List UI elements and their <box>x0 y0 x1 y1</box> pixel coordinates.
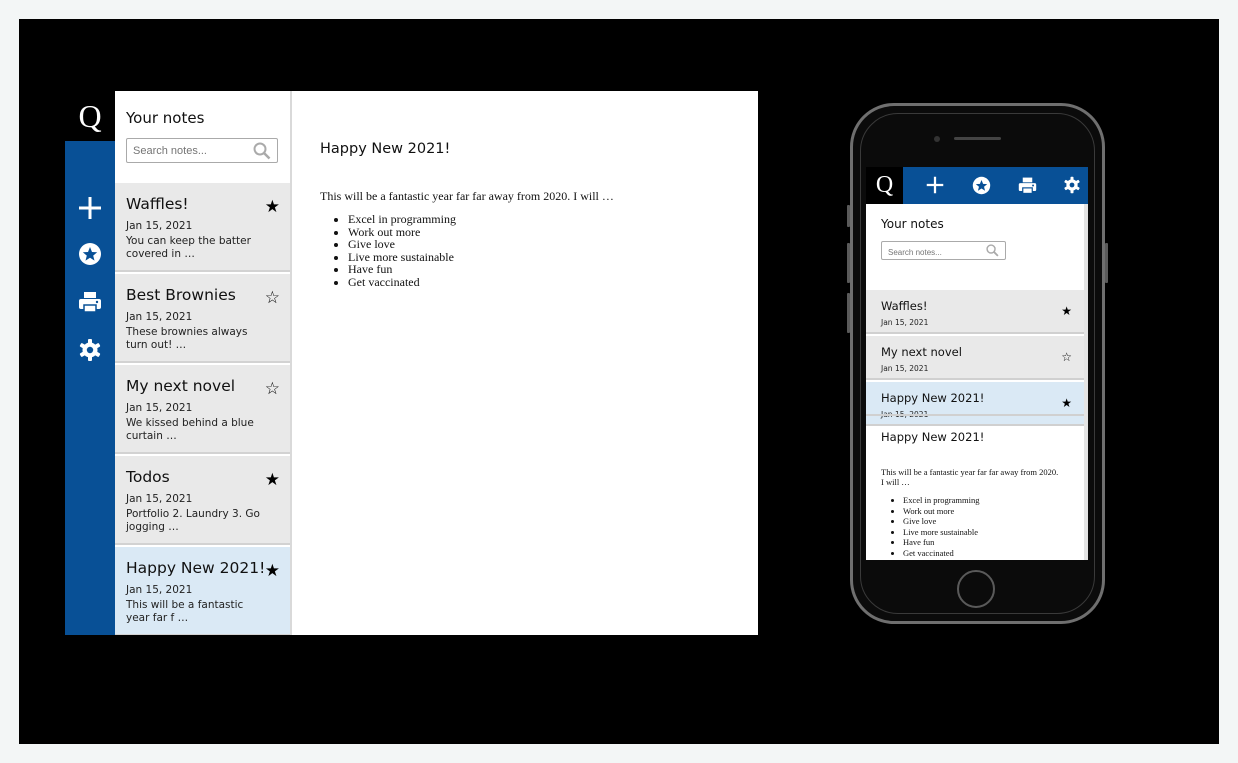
star-filled-icon[interactable]: ★ <box>265 561 280 581</box>
star-circle-icon <box>79 243 101 265</box>
plus-icon <box>926 176 944 194</box>
app-logo: Q <box>866 167 903 204</box>
editor-list: Excel in programming Work out more Give … <box>320 213 700 288</box>
list-item: Work out more <box>348 225 700 239</box>
search-input[interactable] <box>133 140 251 161</box>
list-item: Have fun <box>903 537 1061 548</box>
editor-list: Excel in programming Work out more Give … <box>881 495 1061 558</box>
gear-icon <box>79 339 101 361</box>
phone-camera <box>934 136 940 142</box>
mobile-app: Q Your notes Waffles! Jan 15, 2021 ★ My … <box>866 167 1088 560</box>
list-item: Excel in programming <box>348 213 700 226</box>
notes-list-title: Your notes <box>881 217 944 231</box>
add-note-button[interactable] <box>923 173 947 197</box>
note-item[interactable]: Todos Jan 15, 2021 Portfolio 2. Laundry … <box>115 456 290 545</box>
print-icon <box>1018 177 1036 194</box>
editor-intro: This will be a fantastic year far far aw… <box>881 467 1059 487</box>
desktop-app: Q Your notes Waffles! Jan 15, 2021 You c… <box>65 91 758 635</box>
print-button[interactable] <box>75 287 105 317</box>
note-preview: This will be a fantastic year far f … <box>126 599 244 624</box>
print-icon <box>79 292 101 313</box>
notes-list-header: Your notes <box>115 91 290 183</box>
icon-sidebar: Q <box>65 91 115 635</box>
note-title: Best Brownies <box>126 286 236 304</box>
phone-home-button <box>957 570 995 608</box>
note-item-active[interactable]: Happy New 2021! Jan 15, 2021 This will b… <box>115 547 290 635</box>
note-title: Waffles! <box>881 299 928 313</box>
settings-button[interactable] <box>75 335 105 365</box>
search-box <box>126 138 278 163</box>
note-preview: We kissed behind a blue curtain … <box>126 417 254 442</box>
star-outline-icon[interactable]: ☆ <box>265 379 280 399</box>
list-item: Get vaccinated <box>903 548 1061 559</box>
star-filled-icon[interactable]: ★ <box>1061 396 1072 410</box>
editor-body[interactable]: This will be a fantastic year far far aw… <box>320 189 700 288</box>
note-item[interactable]: Waffles! Jan 15, 2021 ★ <box>866 290 1084 334</box>
list-item: Work out more <box>903 506 1061 517</box>
editor-body[interactable]: This will be a fantastic year far far aw… <box>881 467 1061 558</box>
note-title: Waffles! <box>126 195 189 213</box>
note-item[interactable]: My next novel Jan 15, 2021 We kissed beh… <box>115 365 290 454</box>
note-title: Todos <box>126 468 170 486</box>
star-filled-icon[interactable]: ★ <box>1061 304 1072 318</box>
note-item[interactable]: My next novel Jan 15, 2021 ☆ <box>866 336 1084 380</box>
star-filled-icon[interactable]: ★ <box>265 470 280 490</box>
starred-button[interactable] <box>969 173 993 197</box>
list-item: Get vaccinated <box>348 275 700 289</box>
note-title: My next novel <box>881 345 962 359</box>
mobile-top-bar: Q <box>866 167 1088 204</box>
list-item: Give love <box>903 516 1061 527</box>
star-outline-icon[interactable]: ☆ <box>1061 350 1072 364</box>
editor-title[interactable]: Happy New 2021! <box>881 430 984 444</box>
note-date: Jan 15, 2021 <box>126 584 193 596</box>
star-circle-icon <box>972 176 990 194</box>
list-item: Live more sustainable <box>903 527 1061 538</box>
list-item: Live more sustainable <box>348 250 700 264</box>
list-item: Have fun <box>348 263 700 276</box>
gear-icon <box>1064 176 1080 194</box>
app-logo: Q <box>65 91 115 141</box>
star-filled-icon[interactable]: ★ <box>265 197 280 217</box>
list-item: Give love <box>348 238 700 251</box>
note-title: Happy New 2021! <box>881 391 985 405</box>
settings-button[interactable] <box>1060 173 1084 197</box>
editor-title[interactable]: Happy New 2021! <box>320 141 450 157</box>
note-title: My next novel <box>126 377 236 395</box>
list-item: Excel in programming <box>903 495 1061 506</box>
note-date: Jan 15, 2021 <box>126 493 193 505</box>
note-date: Jan 15, 2021 <box>126 311 193 323</box>
note-editor[interactable]: Happy New 2021! This will be a fantastic… <box>866 414 1084 560</box>
notes-list-panel: Your notes Waffles! Jan 15, 2021 You can… <box>115 91 292 635</box>
search-icon[interactable] <box>253 142 271 160</box>
scroll-divider <box>1084 204 1088 560</box>
print-button[interactable] <box>1015 173 1039 197</box>
note-editor[interactable]: Happy New 2021! This will be a fantastic… <box>294 91 758 635</box>
notes-list-title: Your notes <box>126 109 205 127</box>
search-box <box>881 241 1006 260</box>
editor-intro: This will be a fantastic year far far aw… <box>320 189 614 203</box>
phone-speaker <box>954 137 1001 140</box>
plus-icon <box>79 197 101 219</box>
note-date: Jan 15, 2021 <box>126 402 193 414</box>
search-icon[interactable] <box>986 244 999 257</box>
note-preview: You can keep the batter covered in … <box>126 235 251 260</box>
note-preview: These brownies always turn out! … <box>126 326 248 351</box>
note-preview: Portfolio 2. Laundry 3. Go jogging … <box>126 508 260 533</box>
note-date: Jan 15, 2021 <box>881 318 929 327</box>
note-item[interactable]: Waffles! Jan 15, 2021 You can keep the b… <box>115 183 290 272</box>
starred-button[interactable] <box>75 239 105 269</box>
note-date: Jan 15, 2021 <box>881 364 929 373</box>
phone-power-button <box>1105 243 1108 283</box>
note-title: Happy New 2021! <box>126 559 266 577</box>
search-input[interactable] <box>888 245 980 260</box>
star-outline-icon[interactable]: ☆ <box>265 288 280 308</box>
note-item[interactable]: Best Brownies Jan 15, 2021 These brownie… <box>115 274 290 363</box>
add-note-button[interactable] <box>75 193 105 223</box>
note-date: Jan 15, 2021 <box>126 220 193 232</box>
